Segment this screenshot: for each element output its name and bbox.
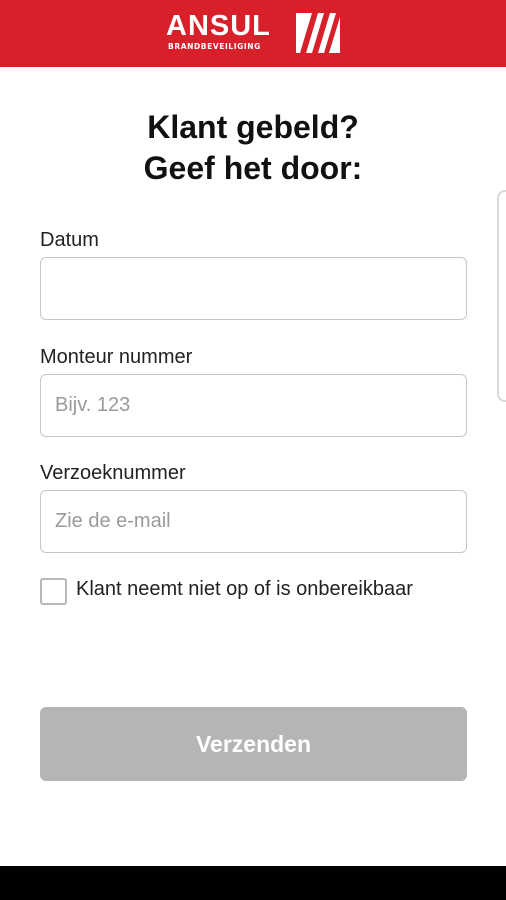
ansul-stripes-icon (296, 13, 340, 53)
title-line-2: Geef het door: (143, 150, 363, 186)
page-title: Klant gebeld? Geef het door: (0, 107, 506, 189)
logo-subtitle: BRANDBEVEILIGING (168, 42, 261, 51)
app-header: ANSUL BRANDBEVEILIGING (0, 0, 506, 67)
ansul-logo: ANSUL BRANDBEVEILIGING (166, 11, 342, 55)
side-panel-edge[interactable] (497, 190, 506, 402)
navigation-bar (0, 866, 506, 900)
monteur-nummer-label: Monteur nummer (40, 346, 193, 368)
unreachable-checkbox-label[interactable]: Klant neemt niet op of is onbereikbaar (76, 577, 413, 601)
logo-wordmark: ANSUL (166, 10, 271, 42)
monteur-nummer-input[interactable] (40, 374, 467, 437)
datum-input[interactable] (40, 257, 467, 320)
verzoeknummer-label: Verzoeknummer (40, 462, 186, 484)
unreachable-checkbox[interactable] (40, 578, 67, 605)
title-line-1: Klant gebeld? (147, 109, 359, 145)
verzoeknummer-input[interactable] (40, 490, 467, 553)
datum-label: Datum (40, 229, 99, 251)
submit-button[interactable]: Verzenden (40, 707, 467, 781)
